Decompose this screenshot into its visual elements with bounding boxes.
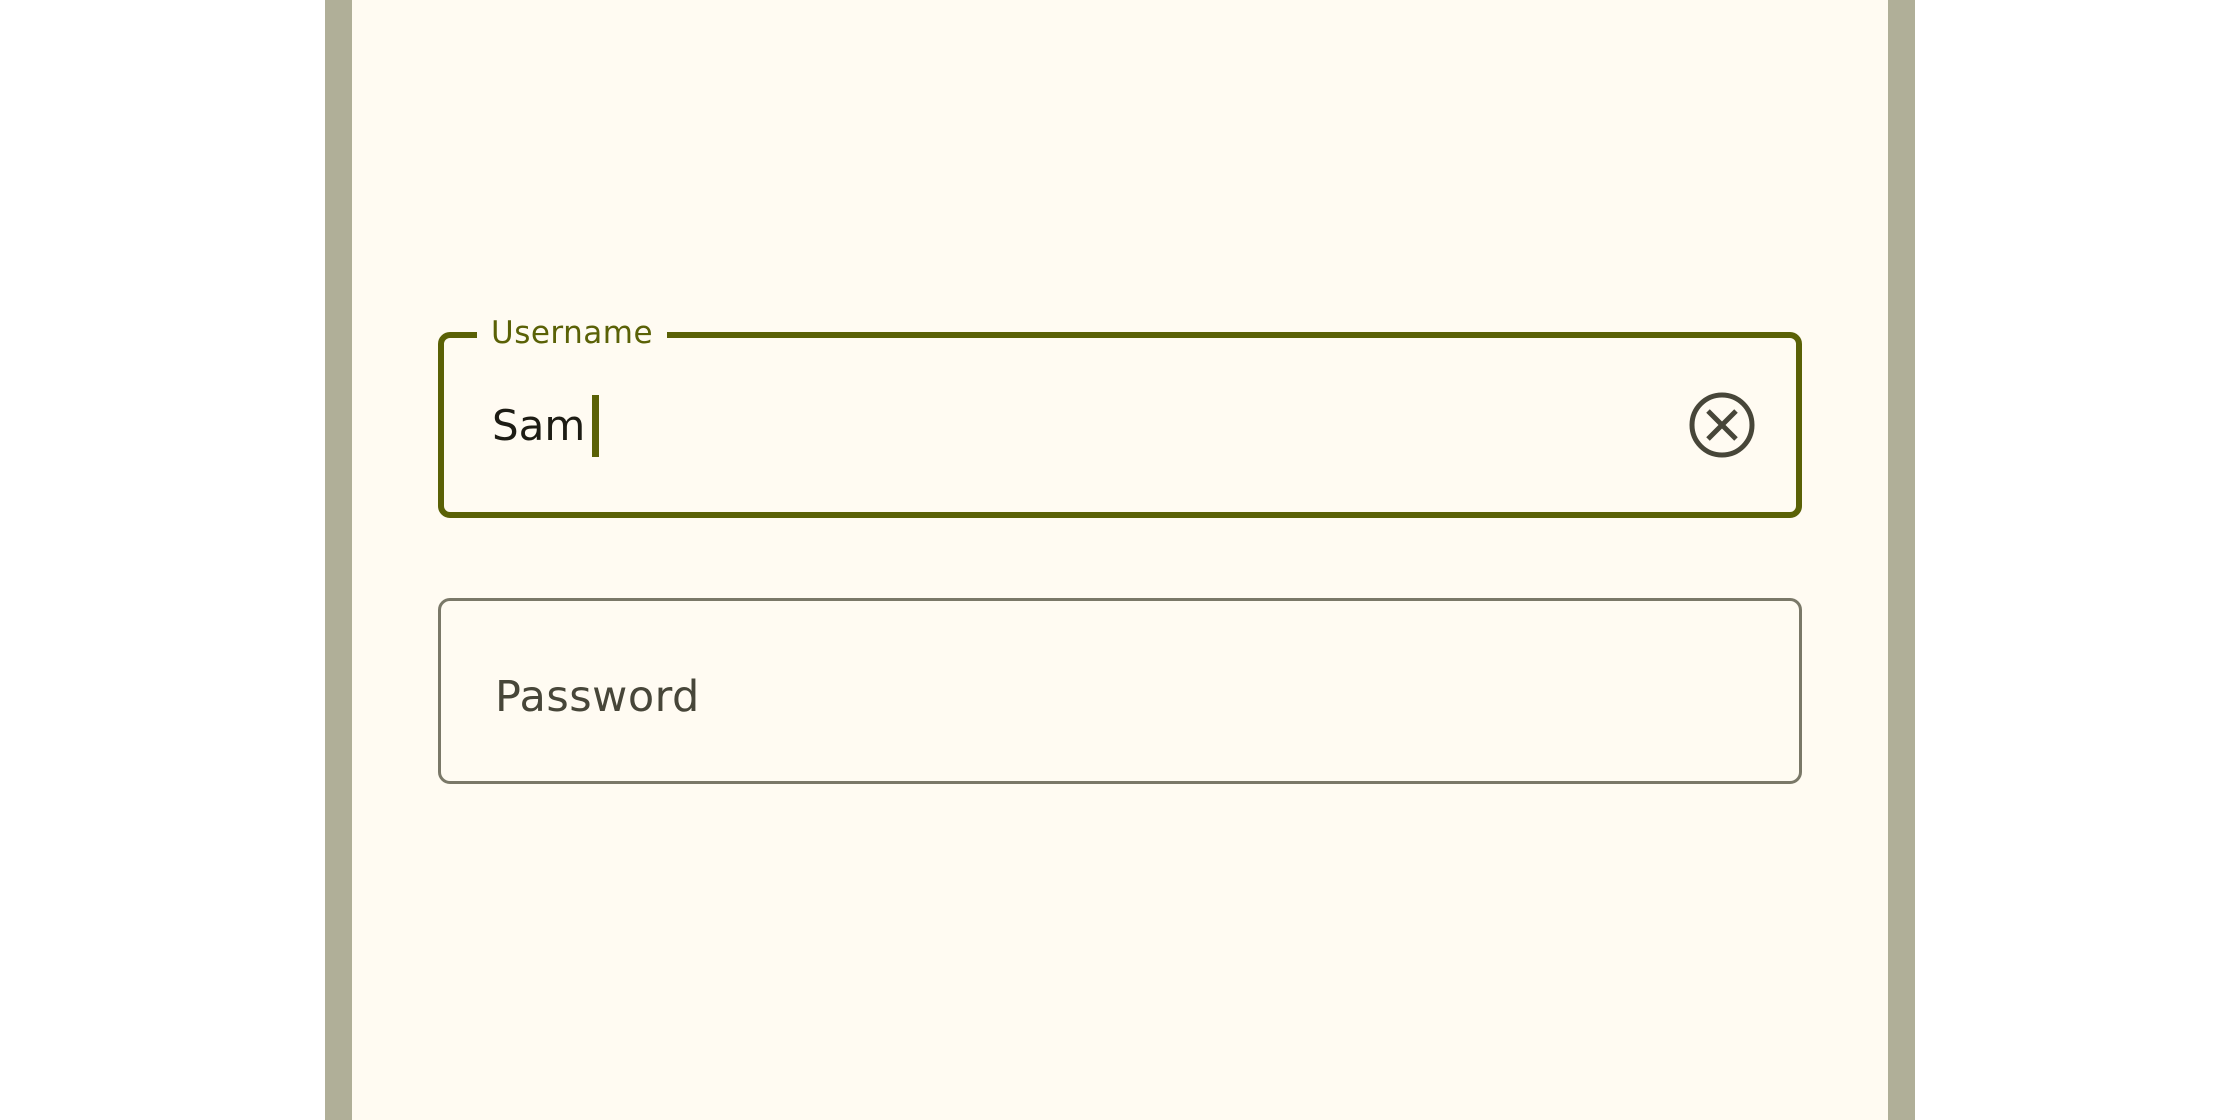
app-screen bbox=[352, 0, 1888, 1120]
clear-text-button[interactable] bbox=[1688, 391, 1756, 459]
username-input[interactable]: Sam bbox=[492, 395, 600, 457]
text-cursor bbox=[592, 395, 600, 457]
password-label: Password bbox=[495, 672, 700, 722]
app-stage: Username Sam Password bbox=[0, 0, 2240, 1120]
username-label: Username bbox=[477, 313, 668, 353]
username-value: Sam bbox=[492, 401, 586, 450]
clear-circle-icon bbox=[1689, 392, 1755, 458]
username-field[interactable] bbox=[438, 332, 1802, 518]
